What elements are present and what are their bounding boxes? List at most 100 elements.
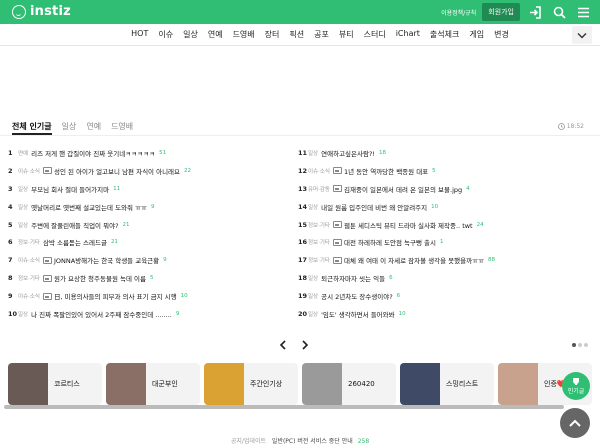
post-row[interactable]: 16 정보·기타 대전 하레하레 도안점 녹구뻥 출시 1 xyxy=(298,233,588,251)
post-row[interactable]: 8 정보·기타 원가 요상한 청주동물원 녹데 이름 5 xyxy=(8,269,298,287)
login-icon[interactable] xyxy=(526,3,544,21)
nav-item[interactable]: 픽션 xyxy=(284,29,309,40)
tab-item[interactable]: 전체 인기글 xyxy=(12,121,52,132)
post-row[interactable]: 5 일상 주변에 잘풀린애들 직업이 뭐야? 21 xyxy=(8,216,298,234)
next-page-button[interactable] xyxy=(298,338,312,352)
cards-scrollbar[interactable] xyxy=(4,405,564,409)
card-thumbnail xyxy=(106,363,146,405)
tab-item[interactable]: 드영배 xyxy=(111,121,133,132)
nav-item[interactable]: HOT xyxy=(126,29,153,40)
topic-card[interactable]: 스밍리스트 xyxy=(400,363,494,405)
comment-count: 5 xyxy=(150,275,154,282)
post-rank: 6 xyxy=(8,238,13,247)
post-row[interactable]: 17 정보·기타 대체 왜 여태 이 자세로 잠자볼 생각을 못했을까ㅠㅠ 88 xyxy=(298,251,588,269)
post-rank: 8 xyxy=(8,274,13,283)
page-dot[interactable] xyxy=(572,343,576,347)
footer-notice[interactable]: 공지/업데이트 일반(PC) 버전 서비스 중단 안내 258 xyxy=(0,436,600,445)
topic-card[interactable]: 대군부인 xyxy=(106,363,200,405)
post-category: 이슈·소식 xyxy=(308,168,330,175)
tab-item[interactable]: 연예 xyxy=(86,121,101,132)
post-row[interactable]: 14 일상 내일 원룸 입주인데 비번 왜 안알려주지 10 xyxy=(298,198,588,216)
post-rank: 1 xyxy=(8,148,13,157)
comment-count: 10 xyxy=(180,293,188,300)
nav-expand-button[interactable] xyxy=(572,26,592,44)
image-icon xyxy=(333,256,342,264)
post-row[interactable]: 9 이슈·소식 日, 미용의사들의 피부과 의사 표기 금지 시행 10 xyxy=(8,287,298,305)
post-title: 나 진짜 폭팔인있어 있어서 2주째 잠수중인데 ........ xyxy=(31,310,172,319)
nav-item[interactable]: iChart xyxy=(391,29,425,40)
logo[interactable]: instiz xyxy=(12,4,71,19)
card-thumbnail xyxy=(498,363,538,405)
topic-card[interactable]: 주간인기상 xyxy=(204,363,298,405)
post-title: 공시 2년차도 장수생이야? xyxy=(321,293,393,302)
topic-card[interactable]: 260420 xyxy=(302,363,396,405)
post-row[interactable]: 10 일상 나 진짜 폭팔인있어 있어서 2주째 잠수중인데 ........ 9 xyxy=(8,305,298,323)
nav-item[interactable]: 출석체크 xyxy=(425,29,464,40)
post-category: 연예 xyxy=(18,150,29,157)
post-category: 정보·기타 xyxy=(308,258,330,265)
topic-card[interactable]: 코르티스 xyxy=(8,363,102,405)
post-title: 옛날머리로 옛번째 설교있는데 도와줘 ㅠㅠ xyxy=(31,203,148,212)
page-dot[interactable] xyxy=(578,343,582,347)
image-icon xyxy=(43,167,52,175)
post-title: 퇴근하자마자 씻는 익들 xyxy=(321,275,386,284)
nav-item[interactable]: 장터 xyxy=(260,29,285,40)
nav-item[interactable]: 게임 xyxy=(464,29,489,40)
post-title: 김재중이 일본에서 데려 온 일본의 보물.jpg xyxy=(344,185,463,194)
menu-icon[interactable] xyxy=(574,3,592,21)
post-rank: 20 xyxy=(298,309,308,318)
nav-item[interactable]: 뷰티 xyxy=(334,29,359,40)
join-button[interactable]: 회원가입 xyxy=(482,3,520,21)
comment-count: 4 xyxy=(466,185,470,192)
list-pager xyxy=(276,338,312,352)
post-rank: 7 xyxy=(8,256,13,265)
card-label: 코르티스 xyxy=(54,380,80,388)
page-dot[interactable] xyxy=(584,343,588,347)
post-category: 일상 xyxy=(308,204,319,211)
post-row[interactable]: 4 일상 옛날머리로 옛번째 설교있는데 도와줘 ㅠㅠ 9 xyxy=(8,198,298,216)
post-row[interactable]: 11 일상 연애하고싶은사람?! 18 xyxy=(298,144,588,162)
card-label: 대군부인 xyxy=(152,380,178,388)
image-icon xyxy=(333,221,342,228)
card-label: 260420 xyxy=(348,380,375,388)
popular-fab-button[interactable]: 인기글 xyxy=(562,372,590,400)
nav-item[interactable]: 변경 xyxy=(489,29,514,40)
image-icon xyxy=(43,292,52,300)
nav-item[interactable]: 연예 xyxy=(203,29,228,40)
post-rank: 18 xyxy=(298,274,308,283)
post-row[interactable]: 15 정보·기타 웹툰 세디스틱 뷰티 드라마 실사화 제작중.. twt 24 xyxy=(298,216,588,234)
post-title: 1년 동안 역까당한 백종원 대표 xyxy=(344,167,429,176)
scroll-top-button[interactable] xyxy=(560,408,590,438)
post-row[interactable]: 13 유머·감동 김재중이 일본에서 데려 온 일본의 보물.jpg 4 xyxy=(298,180,588,198)
post-row[interactable]: 6 정보·기타 삼박 소름돋는 스레드글 21 xyxy=(8,233,298,251)
post-row[interactable]: 20 일상 '임도' 생각하면서 들어와봐 10 xyxy=(298,305,588,323)
post-rank: 4 xyxy=(8,202,13,211)
post-title: '임도' 생각하면서 들어와봐 xyxy=(321,310,395,319)
post-rank: 16 xyxy=(298,238,308,247)
post-title: 성인 된 아이가 얼고보니 남편 자식이 아니래요 xyxy=(54,167,181,176)
nav-item[interactable]: 일상 xyxy=(178,29,203,40)
post-row[interactable]: 19 일상 공시 2년차도 장수생이야? 6 xyxy=(298,287,588,305)
post-title: JONNA방해가는 한국 학생들 교육근황 xyxy=(54,257,160,266)
prev-page-button[interactable] xyxy=(276,338,290,352)
nav-item[interactable]: 스터디 xyxy=(359,29,391,40)
post-rank: 9 xyxy=(8,292,13,301)
post-row[interactable]: 1 연예 리즈 저게 핸 갑질이야 진짜 웃기네ㅋㅋㅋㅋㅋ 51 xyxy=(8,144,298,162)
nav-item[interactable]: 드영배 xyxy=(228,29,260,40)
post-row[interactable]: 18 일상 퇴근하자마자 씻는 익들 6 xyxy=(298,269,588,287)
page-dots xyxy=(572,343,588,347)
post-row[interactable]: 2 이슈·소식 성인 된 아이가 얼고보니 남편 자식이 아니래요 22 xyxy=(8,162,298,180)
tab-item[interactable]: 일상 xyxy=(62,121,77,132)
comment-count: 9 xyxy=(163,257,167,264)
post-row[interactable]: 7 이슈·소식 JONNA방해가는 한국 학생들 교육근황 9 xyxy=(8,251,298,269)
policy-link[interactable]: 이용정책/규칙 xyxy=(441,8,476,17)
post-list-left: 1 연예 리즈 저게 핸 갑질이야 진짜 웃기네ㅋㅋㅋㅋㅋ 51 2 이슈·소식 성인 된 … xyxy=(8,144,298,323)
post-row[interactable]: 12 이슈·소식 1년 동안 역까당한 백종원 대표 5 xyxy=(298,162,588,180)
nav-item[interactable]: 이슈 xyxy=(153,29,178,40)
post-category: 일상 xyxy=(18,222,29,229)
notice-label: 공지/업데이트 xyxy=(230,438,266,445)
post-row[interactable]: 3 일상 부모님 회사 절대 들어가지마 11 xyxy=(8,180,298,198)
search-icon[interactable] xyxy=(550,3,568,21)
post-rank: 5 xyxy=(8,220,13,229)
nav-item[interactable]: 공포 xyxy=(309,29,334,40)
